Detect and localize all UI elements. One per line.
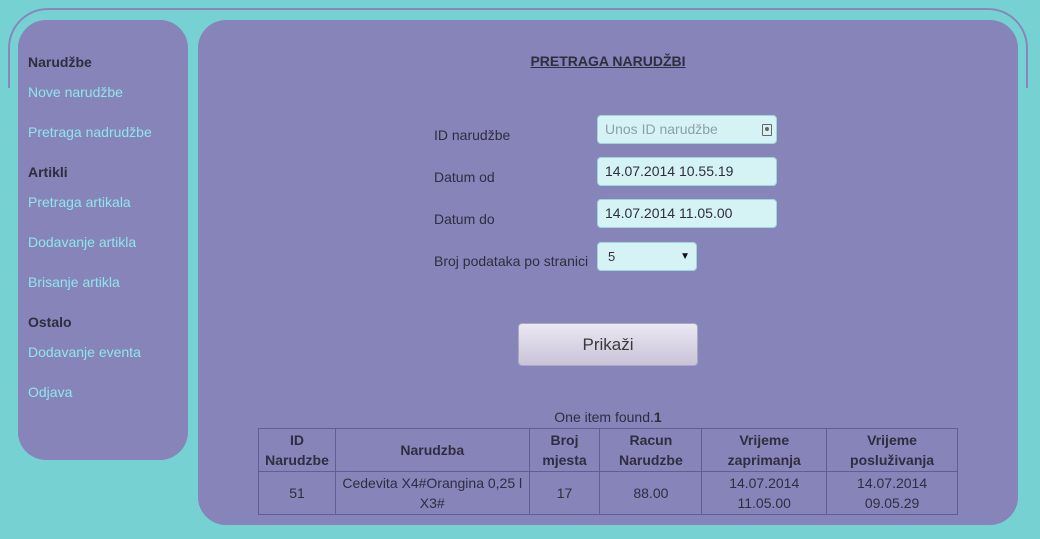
column-header-received-time[interactable]: Vrijeme zaprimanja xyxy=(701,428,828,472)
column-header-served-time[interactable]: Vrijeme posluživanja xyxy=(826,428,958,472)
sidebar-link-dodavanje-eventa[interactable]: Dodavanje eventa xyxy=(28,342,188,362)
column-header-id[interactable]: ID Narudzbe xyxy=(258,428,336,472)
column-header-order[interactable]: Narudzba xyxy=(334,428,530,472)
sidebar-link-dodavanje-artikla[interactable]: Dodavanje artikla xyxy=(28,232,188,252)
results-found-count: 1 xyxy=(653,409,662,425)
main-panel: PRETRAGA NARUDŽBI ID narudžbe Unos ID na… xyxy=(198,20,1018,525)
sidebar-link-pretraga-artikala[interactable]: Pretraga artikala xyxy=(28,192,188,212)
order-id-label: ID narudžbe xyxy=(434,127,511,143)
cell-received-time: 14.07.2014 11.05.00 xyxy=(701,471,828,515)
per-page-value: 5 xyxy=(608,249,616,264)
contact-card-icon xyxy=(762,124,772,136)
column-header-bill[interactable]: Racun Narudzbe xyxy=(599,428,703,472)
sidebar-link-nove-narudzbe[interactable]: Nove narudžbe xyxy=(28,82,188,102)
column-header-seats[interactable]: Broj mjesta xyxy=(528,428,601,472)
sidebar-link-pretraga-narudzbe[interactable]: Pretraga nadrudžbe xyxy=(28,122,188,142)
order-id-placeholder: Unos ID narudžbe xyxy=(605,121,718,137)
order-id-input[interactable]: Unos ID narudžbe xyxy=(597,115,777,144)
sidebar-link-brisanje-artikla[interactable]: Brisanje artikla xyxy=(28,272,188,292)
results-table: ID Narudzbe Narudzba Broj mjesta Racun N… xyxy=(258,428,958,515)
date-to-label: Datum do xyxy=(434,211,495,227)
sidebar-heading-artikli: Artikli xyxy=(28,164,68,180)
per-page-select[interactable]: 5 ▼ xyxy=(597,242,697,271)
table-row: 51 Cedevita X4#Orangina 0,25 l X3# 17 88… xyxy=(258,471,958,515)
cell-id: 51 xyxy=(258,471,336,515)
cell-seats: 17 xyxy=(528,471,601,515)
date-from-input[interactable]: 14.07.2014 10.55.19 xyxy=(597,157,777,186)
sidebar-heading-ostalo: Ostalo xyxy=(28,314,72,330)
sidebar-link-odjava[interactable]: Odjava xyxy=(28,382,188,402)
cell-bill: 88.00 xyxy=(599,471,703,515)
sidebar-heading-narudzbe: Narudžbe xyxy=(28,54,92,70)
results-found-text: One item found. xyxy=(554,409,654,425)
sidebar: Narudžbe Nove narudžbe Pretraga nadrudžb… xyxy=(18,20,188,460)
dropdown-arrow-icon: ▼ xyxy=(680,251,690,262)
table-header-row: ID Narudzbe Narudzba Broj mjesta Racun N… xyxy=(258,428,958,472)
per-page-label: Broj podataka po stranici xyxy=(434,253,589,269)
results-count: One item found.1 xyxy=(198,409,1018,425)
show-button[interactable]: Prikaži xyxy=(518,323,698,366)
cell-served-time: 14.07.2014 09.05.29 xyxy=(826,471,958,515)
date-from-label: Datum od xyxy=(434,169,495,185)
cell-order: Cedevita X4#Orangina 0,25 l X3# xyxy=(334,471,530,515)
page-title: PRETRAGA NARUDŽBI xyxy=(530,53,686,69)
date-to-input[interactable]: 14.07.2014 11.05.00 xyxy=(597,199,777,228)
